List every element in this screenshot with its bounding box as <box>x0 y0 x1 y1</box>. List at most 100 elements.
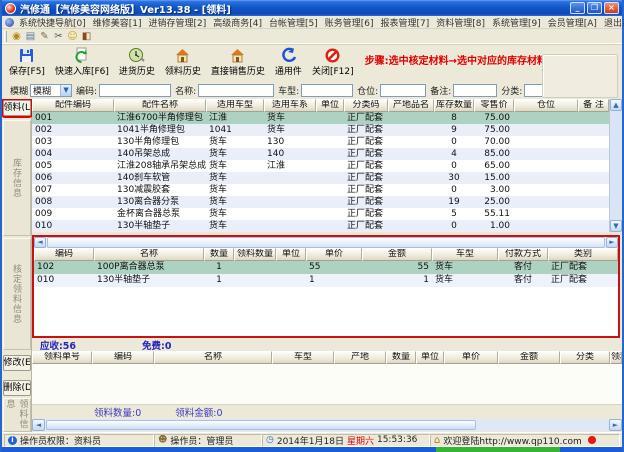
column-header[interactable]: 单位 <box>416 351 444 364</box>
table-row[interactable]: 009金杯离合器总泵货车正厂配套555.11 <box>32 208 609 220</box>
table-row[interactable]: 008130离合器分泵货车正厂配套1925.00 <box>32 196 609 208</box>
pick-history-button[interactable]: 领料历史 <box>160 46 206 78</box>
close-form-button[interactable]: 关闭[F12] <box>307 46 359 78</box>
table-row[interactable]: 001江淮6700半角修理包江淮货车正厂配套875.00 <box>32 112 609 124</box>
column-header[interactable]: 单价 <box>444 351 498 364</box>
table-row[interactable]: 0021041半角修理包1041货车正厂配套975.00 <box>32 124 609 136</box>
menu-item-nav[interactable]: 系统快捷导航[0] <box>19 16 86 29</box>
column-header[interactable]: 名称 <box>154 351 272 364</box>
scroll-up-icon[interactable]: ▲ <box>610 99 622 111</box>
free-total: 免费:0 <box>142 338 171 352</box>
scroll-left-icon[interactable]: ◄ <box>34 237 46 248</box>
column-header[interactable]: 仓位 <box>514 99 578 112</box>
table-row[interactable]: 010130半轴垫子货车正厂配套01.00 <box>32 220 609 232</box>
restore-button[interactable]: ❐ <box>587 2 602 14</box>
table-row[interactable]: 006140刹车软管货车正厂配套3015.00 <box>32 172 609 184</box>
column-header[interactable]: 领料 <box>610 351 622 364</box>
fuzzy-mode-select[interactable]: 模糊 ▼ <box>30 84 72 97</box>
save-button[interactable]: 保存[F5] <box>4 46 50 78</box>
exit-icon[interactable]: ◧ <box>80 30 93 43</box>
column-header[interactable]: 零售价 <box>474 99 514 112</box>
column-header[interactable]: 类别 <box>548 248 618 261</box>
cell: 0 <box>434 220 474 232</box>
menu-item-inventory[interactable]: 进销存管理[2] <box>149 16 207 29</box>
money-icon[interactable]: ◉ <box>10 30 23 43</box>
inventory-vertical-scrollbar[interactable]: ▲ ▼ <box>609 99 622 232</box>
table-row[interactable]: 004140吊架总成货车140正厂配套485.00 <box>32 148 609 160</box>
menu-item-reports[interactable]: 报表管理[7] <box>381 16 430 29</box>
menu-item-exit[interactable]: 退出系统 <box>604 16 624 29</box>
column-header[interactable]: 单价 <box>306 248 362 261</box>
cell: 001 <box>32 112 114 124</box>
column-header[interactable]: 编码 <box>34 248 94 261</box>
edit-icon[interactable]: ✎ <box>38 30 51 43</box>
column-header[interactable]: 单位 <box>276 248 306 261</box>
menu-item-accounting[interactable]: 账务管理[6] <box>325 16 374 29</box>
quick-inbound-button[interactable]: 快速入库[F6] <box>50 46 114 78</box>
column-header[interactable]: 金额 <box>498 351 560 364</box>
menu-item-members[interactable]: 会员管理[A] <box>548 16 597 29</box>
pick-material-button[interactable]: 领料(L) <box>3 100 31 116</box>
inventory-table: 配件编码配件名称适用车型适用车系单位分类码产地品名库存数量零售价仓位备 注 00… <box>32 99 622 232</box>
direct-sales-history-button[interactable]: 直接销售历史 <box>206 46 270 78</box>
smiley-icon[interactable]: ☺ <box>66 30 79 43</box>
cell <box>234 274 276 287</box>
note-filter-input[interactable] <box>453 84 497 97</box>
column-header[interactable]: 适用车系 <box>264 99 316 112</box>
menu-item-system[interactable]: 系统管理[9] <box>492 16 541 29</box>
approved-horizontal-scrollbar[interactable]: ◄ ► <box>34 237 618 248</box>
column-header[interactable]: 名称 <box>94 248 204 261</box>
scrollbar-thumb[interactable] <box>47 237 605 248</box>
column-header[interactable]: 配件编码 <box>32 99 114 112</box>
column-header[interactable]: 分类 <box>560 351 610 364</box>
column-header[interactable]: 备 注 <box>578 99 609 112</box>
scroll-right-icon[interactable]: ► <box>606 237 618 248</box>
notebook-icon[interactable]: ▤ <box>24 30 37 43</box>
signature-icon[interactable]: ✂ <box>52 30 65 43</box>
bin-filter-input[interactable] <box>380 84 426 97</box>
minimize-button[interactable]: _ <box>570 2 585 14</box>
modify-button[interactable]: 修改(E) <box>3 355 31 371</box>
column-header[interactable]: 适用车型 <box>206 99 264 112</box>
column-header[interactable]: 领料数量 <box>234 248 276 261</box>
column-header[interactable]: 金额 <box>362 248 432 261</box>
delete-button[interactable]: 删除(D) <box>3 380 31 396</box>
column-header[interactable]: 产地 <box>334 351 386 364</box>
column-header[interactable]: 数量 <box>204 248 234 261</box>
datetime-status: ◷ 2014年1月18日 星期六 15:53:36 <box>262 434 430 447</box>
code-filter-input[interactable] <box>99 84 171 97</box>
chevron-down-icon[interactable]: ▼ <box>60 85 71 96</box>
table-row[interactable]: 003130半角修理包货车130正厂配套070.00 <box>32 136 609 148</box>
common-parts-button[interactable]: 通用件 <box>270 46 307 78</box>
purchase-history-button[interactable]: 进货历史 <box>114 46 160 78</box>
column-header[interactable]: 车型 <box>272 351 334 364</box>
column-header[interactable]: 配件名称 <box>114 99 206 112</box>
menu-item-ledger[interactable]: 台帐管理[5] <box>269 16 318 29</box>
menu-item-business[interactable]: 高级商务[4] <box>213 16 262 29</box>
name-filter-input[interactable] <box>198 84 274 97</box>
column-header[interactable]: 数量 <box>386 351 416 364</box>
column-header[interactable]: 分类码 <box>344 99 388 112</box>
scroll-left-icon[interactable]: ◄ <box>32 419 45 431</box>
cell: 正厂配套 <box>344 208 388 220</box>
column-header[interactable]: 库存数量 <box>434 99 474 112</box>
column-header[interactable]: 单位 <box>316 99 344 112</box>
column-header[interactable]: 编码 <box>92 351 154 364</box>
close-window-button[interactable]: × <box>604 2 619 14</box>
scroll-down-icon[interactable]: ▼ <box>610 220 622 232</box>
column-header[interactable]: 产地品名 <box>388 99 434 112</box>
column-header[interactable]: 领料单号 <box>32 351 92 364</box>
column-header[interactable]: 付款方式 <box>498 248 548 261</box>
model-filter-input[interactable] <box>301 84 353 97</box>
scrollbar-thumb[interactable] <box>46 420 476 430</box>
table-row[interactable]: 010130半轴垫子111货车客付正厂配套 <box>34 274 618 287</box>
bottom-horizontal-scrollbar[interactable]: ◄ ► <box>32 419 622 431</box>
menu-item-data[interactable]: 资料管理[8] <box>436 16 485 29</box>
scrollbar-track[interactable] <box>610 111 622 220</box>
table-row[interactable]: 102100P离合器总泵15555货车客付正厂配套 <box>34 261 618 274</box>
table-row[interactable]: 005江淮208轴承吊架总成货车江淮正厂配套065.00 <box>32 160 609 172</box>
column-header[interactable]: 车型 <box>432 248 498 261</box>
menu-item-repair[interactable]: 维修美容[1] <box>93 16 142 29</box>
table-row[interactable]: 007130减震胶套货车正厂配套03.00 <box>32 184 609 196</box>
scroll-right-icon[interactable]: ► <box>609 419 622 431</box>
